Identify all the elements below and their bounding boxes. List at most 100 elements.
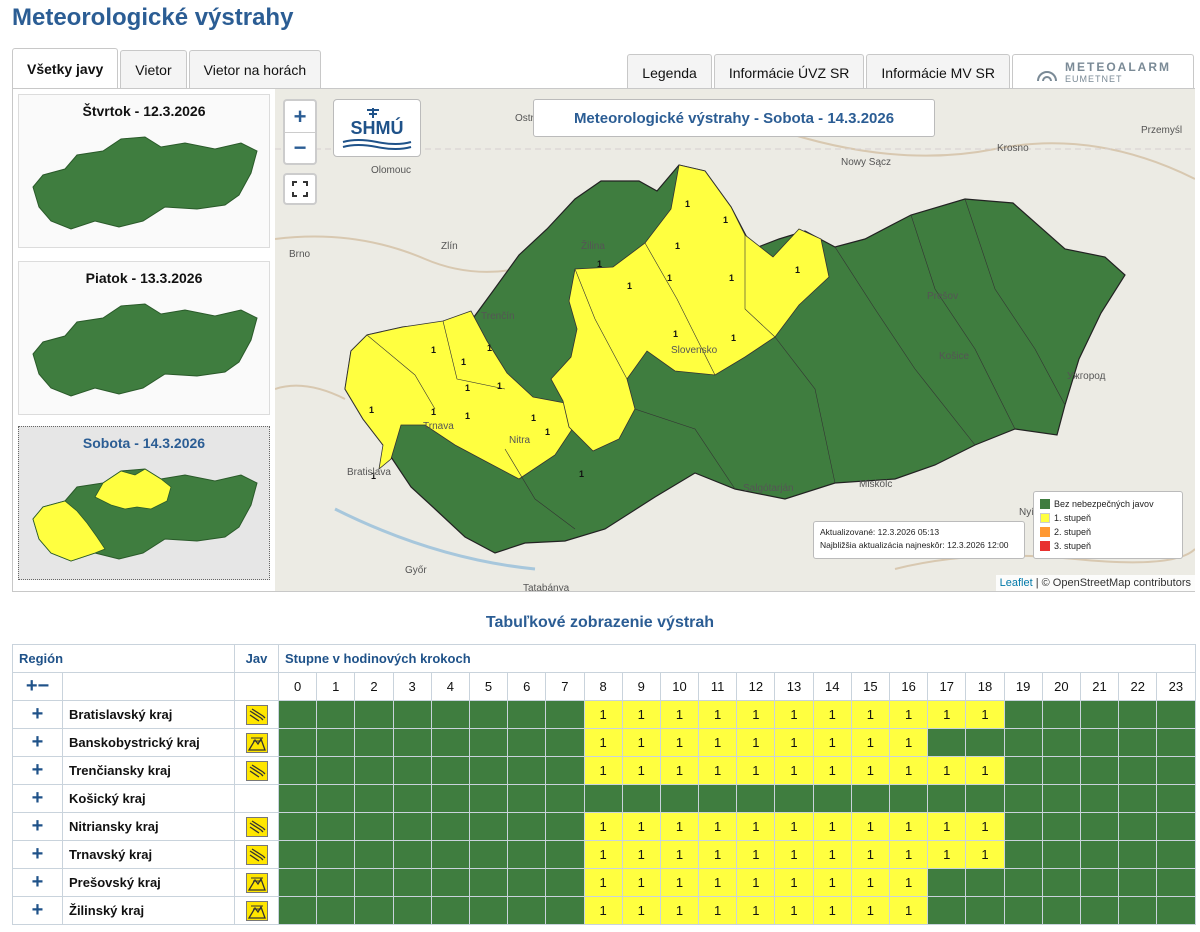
region-name: Trnavský kraj — [62, 840, 235, 869]
expand-row-button[interactable]: + — [12, 896, 63, 925]
hour-level-cell — [468, 812, 509, 841]
zoom-in-button[interactable]: + — [285, 101, 315, 132]
hour-level-cell — [736, 784, 776, 813]
legend-label: 1. stupeň — [1054, 513, 1092, 523]
city-label: Miskolc — [859, 479, 893, 490]
expand-row-button[interactable]: + — [12, 784, 63, 813]
tab-legend[interactable]: Legenda — [627, 54, 712, 90]
jav-cell — [234, 812, 279, 841]
hour-header-22: 22 — [1118, 672, 1158, 701]
hour-level-cell — [507, 812, 547, 841]
svg-text:1: 1 — [729, 273, 734, 283]
tab-uvz-info[interactable]: Informácie ÚVZ SR — [713, 54, 865, 90]
hour-level-cell: 1 — [698, 812, 738, 841]
legend-item: 2. stupeň — [1040, 525, 1176, 539]
svg-text:1: 1 — [431, 407, 436, 417]
hour-level-cell — [1118, 784, 1158, 813]
svg-text:1: 1 — [685, 199, 690, 209]
wind-warning-icon[interactable] — [245, 704, 268, 725]
hour-level-cell: 1 — [659, 896, 700, 925]
hour-level-cell — [1118, 700, 1158, 729]
wind-warning-icon[interactable] — [245, 760, 268, 781]
expand-row-button[interactable]: + — [12, 728, 63, 757]
hour-level-cell — [392, 840, 432, 869]
svg-text:1: 1 — [579, 469, 584, 479]
day-card-saturday[interactable]: Sobota - 14.3.2026 — [18, 426, 270, 580]
map-attribution: Leaflet | © OpenStreetMap contributors — [995, 575, 1195, 591]
hour-header-21: 21 — [1079, 672, 1120, 701]
mountain-wind-warning-icon[interactable] — [245, 900, 268, 921]
hour-level-cell — [430, 756, 470, 785]
hour-level-cell — [507, 728, 547, 757]
hour-level-cell — [927, 784, 967, 813]
tab-mountain-wind[interactable]: Vietor na horách — [188, 50, 322, 88]
hour-level-cell: 1 — [888, 728, 929, 757]
hour-level-cell — [507, 868, 547, 897]
wind-warning-icon[interactable] — [245, 844, 268, 865]
svg-text:1: 1 — [795, 265, 800, 275]
hour-level-cell: 1 — [621, 868, 661, 897]
hour-level-cell — [468, 756, 509, 785]
tab-wind[interactable]: Vietor — [120, 50, 187, 88]
hour-level-cell — [507, 840, 547, 869]
hour-level-cell — [1079, 840, 1120, 869]
svg-text:1: 1 — [627, 281, 632, 291]
hour-level-cell: 1 — [736, 756, 776, 785]
expand-row-button[interactable]: + — [12, 700, 63, 729]
expand-row-button[interactable]: + — [12, 812, 63, 841]
hour-level-cell: 1 — [659, 840, 700, 869]
meteoalarm-link[interactable]: METEOALARM EUMETNET — [1012, 54, 1194, 90]
hour-level-cell: 1 — [774, 812, 814, 841]
day-card-friday[interactable]: Piatok - 13.3.2026 — [18, 261, 270, 415]
tab-all-phenomena[interactable]: Všetky javy — [12, 48, 119, 88]
hour-level-cell — [1079, 812, 1120, 841]
legend-swatch — [1040, 527, 1050, 537]
hour-level-cell — [316, 840, 356, 869]
table-row: + Nitriansky kraj 1 1 1 1 1 1 1 1 1 1 1 — [12, 812, 1196, 841]
leaflet-link[interactable]: Leaflet — [1000, 577, 1033, 589]
hour-level-cell: 1 — [583, 728, 623, 757]
hour-level-cell: 1 — [888, 896, 929, 925]
mountain-wind-warning-icon[interactable] — [245, 732, 268, 753]
hour-level-cell — [1156, 728, 1196, 757]
svg-text:1: 1 — [497, 381, 502, 391]
hour-level-cell — [545, 812, 585, 841]
osm-attribution: | © OpenStreetMap contributors — [1032, 577, 1191, 589]
fullscreen-button[interactable] — [283, 173, 317, 205]
hour-level-cell — [1079, 868, 1120, 897]
hour-level-cell: 1 — [659, 812, 700, 841]
day-card-thursday[interactable]: Štvrtok - 12.3.2026 — [18, 94, 270, 248]
city-label: Prešov — [927, 291, 959, 302]
hour-level-cell — [354, 728, 394, 757]
hours-column-header: Stupne v hodinových krokoch — [278, 644, 1196, 673]
hour-level-cell — [583, 784, 623, 813]
hour-level-cell — [850, 784, 891, 813]
expand-row-button[interactable]: + — [12, 840, 63, 869]
expand-row-button[interactable]: + — [12, 868, 63, 897]
region-name: Bratislavský kraj — [62, 700, 235, 729]
expand-all-button[interactable]: +− — [12, 672, 63, 701]
legend-swatch — [1040, 499, 1050, 509]
hour-level-cell — [1041, 756, 1081, 785]
city-label: Ужгород — [1067, 371, 1106, 382]
zoom-out-button[interactable]: − — [285, 132, 315, 163]
tab-mv-info[interactable]: Informácie MV SR — [866, 54, 1010, 90]
wind-warning-icon[interactable] — [245, 816, 268, 837]
hour-header-3: 3 — [392, 672, 432, 701]
mini-map-saturday — [32, 468, 258, 562]
warning-map[interactable]: 111 111 111 111 111 111 111 1 Ostrava Ol… — [275, 89, 1195, 591]
hour-level-cell — [468, 728, 509, 757]
mountain-wind-warning-icon[interactable] — [245, 872, 268, 893]
hour-header-19: 19 — [1003, 672, 1043, 701]
expand-row-button[interactable]: + — [12, 756, 63, 785]
hour-level-cell: 1 — [812, 728, 852, 757]
hour-level-cell: 1 — [850, 896, 891, 925]
hour-level-cell — [354, 840, 394, 869]
hour-level-cell: 1 — [850, 868, 891, 897]
hour-level-cell — [545, 700, 585, 729]
hour-level-cell: 1 — [659, 700, 700, 729]
region-column-header: Región — [12, 644, 235, 673]
city-label: Győr — [405, 565, 427, 576]
hour-level-cell: 1 — [583, 896, 623, 925]
hour-level-cell — [1156, 896, 1196, 925]
